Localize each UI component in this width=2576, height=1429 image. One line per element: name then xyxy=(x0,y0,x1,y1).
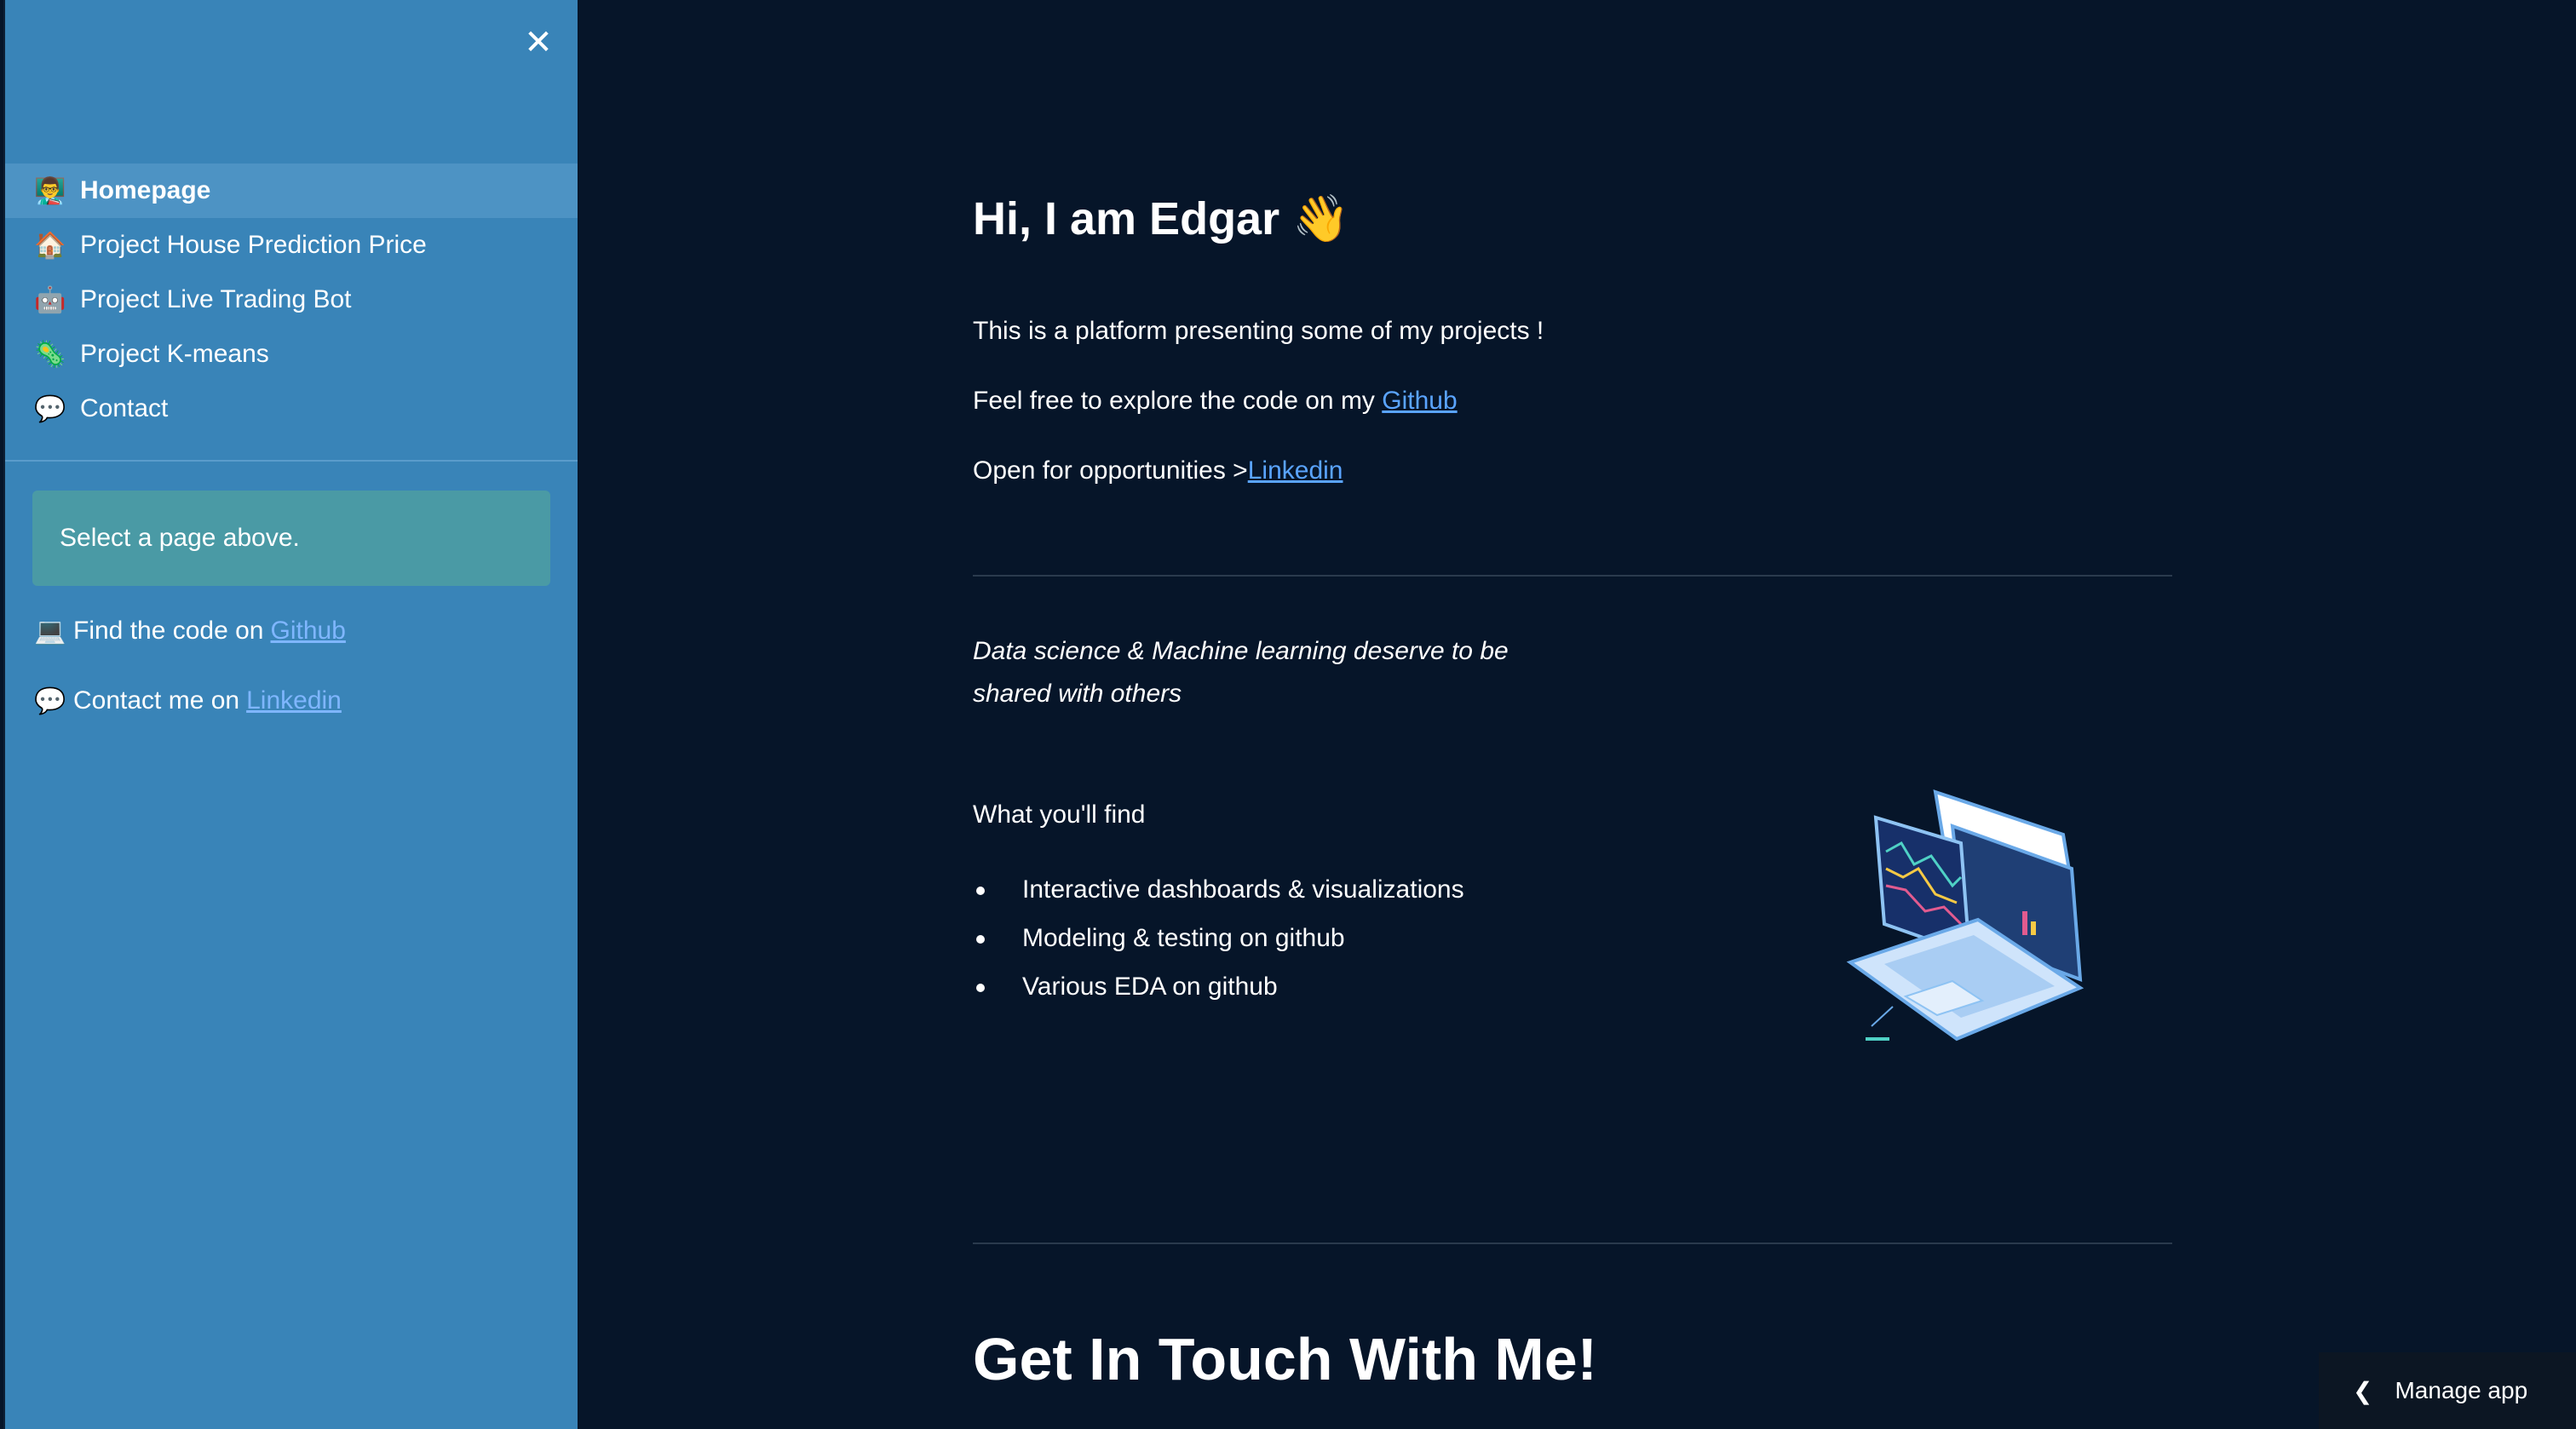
intro-text: This is a platform presenting some of my… xyxy=(973,317,1544,345)
find-code-line: 💻 Find the code on Github xyxy=(32,613,346,649)
speech-bubble-icon: 💬 xyxy=(34,394,66,423)
quote-text: Data science & Machine learning deserve … xyxy=(973,637,1509,708)
opportunities-line: Open for opportunities >Linkedin xyxy=(973,456,1343,485)
opportunities-text: Open for opportunities > xyxy=(973,456,1248,485)
page-title: Hi, I am Edgar 👋 xyxy=(973,193,1350,244)
contact-me-text: Contact me on xyxy=(73,686,240,714)
manage-app-button[interactable]: ❮ Manage app xyxy=(2319,1352,2576,1429)
info-box: Select a page above. xyxy=(32,491,550,586)
sidebar: ✕ 👨‍🏫 Homepage 🏠 Project House Predictio… xyxy=(3,0,578,1429)
sidebar-item-contact[interactable]: 💬 Contact xyxy=(5,382,578,436)
sidebar-item-label: Contact xyxy=(80,394,169,422)
sidebar-item-label: Project K-means xyxy=(80,340,269,368)
app-root: ✕ 👨‍🏫 Homepage 🏠 Project House Predictio… xyxy=(0,0,2576,1429)
linkedin-link[interactable]: Linkedin xyxy=(1248,456,1343,485)
sidebar-item-trading-bot[interactable]: 🤖 Project Live Trading Bot xyxy=(5,273,578,327)
contact-me-line: 💬 Contact me on Linkedin xyxy=(32,683,342,719)
manage-app-label: Manage app xyxy=(2395,1377,2528,1403)
sidebar-item-label: Project Live Trading Bot xyxy=(80,285,352,313)
sidebar-item-kmeans[interactable]: 🦠 Project K-means xyxy=(5,327,578,382)
robot-icon: 🤖 xyxy=(34,285,66,314)
contact-heading: Get In Touch With Me! xyxy=(973,1326,1597,1392)
github-link[interactable]: Github xyxy=(271,617,346,646)
house-icon: 🏠 xyxy=(34,231,66,260)
linkedin-link[interactable]: Linkedin xyxy=(246,686,342,715)
explore-line: Feel free to explore the code on my Gith… xyxy=(973,387,1458,416)
speech-bubble-icon: 💬 xyxy=(34,686,66,715)
sidebar-item-label: Homepage xyxy=(80,176,211,204)
list-item: Various EDA on github xyxy=(973,962,1464,1011)
sidebar-item-homepage[interactable]: 👨‍🏫 Homepage xyxy=(5,164,578,218)
find-heading: What you'll find xyxy=(973,801,1146,829)
main-content: Hi, I am Edgar 👋 This is a platform pres… xyxy=(576,0,2576,1429)
find-list: Interactive dashboards & visualizations … xyxy=(973,865,1464,1011)
sidebar-divider xyxy=(5,460,578,462)
find-code-text: Find the code on xyxy=(73,617,264,645)
chevron-left-icon: ❮ xyxy=(2353,1377,2373,1404)
list-item: Modeling & testing on github xyxy=(973,914,1464,962)
sidebar-item-house-prediction[interactable]: 🏠 Project House Prediction Price xyxy=(5,218,578,273)
list-item: Interactive dashboards & visualizations xyxy=(973,865,1464,914)
microbe-icon: 🦠 xyxy=(34,340,66,369)
explore-text: Feel free to explore the code on my xyxy=(973,387,1383,415)
laptop-illustration xyxy=(1846,789,2084,1042)
github-link[interactable]: Github xyxy=(1382,387,1457,415)
close-icon[interactable]: ✕ xyxy=(520,24,557,61)
sidebar-nav: 👨‍🏫 Homepage 🏠 Project House Prediction … xyxy=(5,164,578,436)
laptop-icon: 💻 xyxy=(34,617,66,646)
sidebar-item-label: Project House Prediction Price xyxy=(80,231,427,259)
divider xyxy=(973,1242,2172,1244)
divider xyxy=(973,575,2172,577)
teacher-icon: 👨‍🏫 xyxy=(34,176,66,205)
